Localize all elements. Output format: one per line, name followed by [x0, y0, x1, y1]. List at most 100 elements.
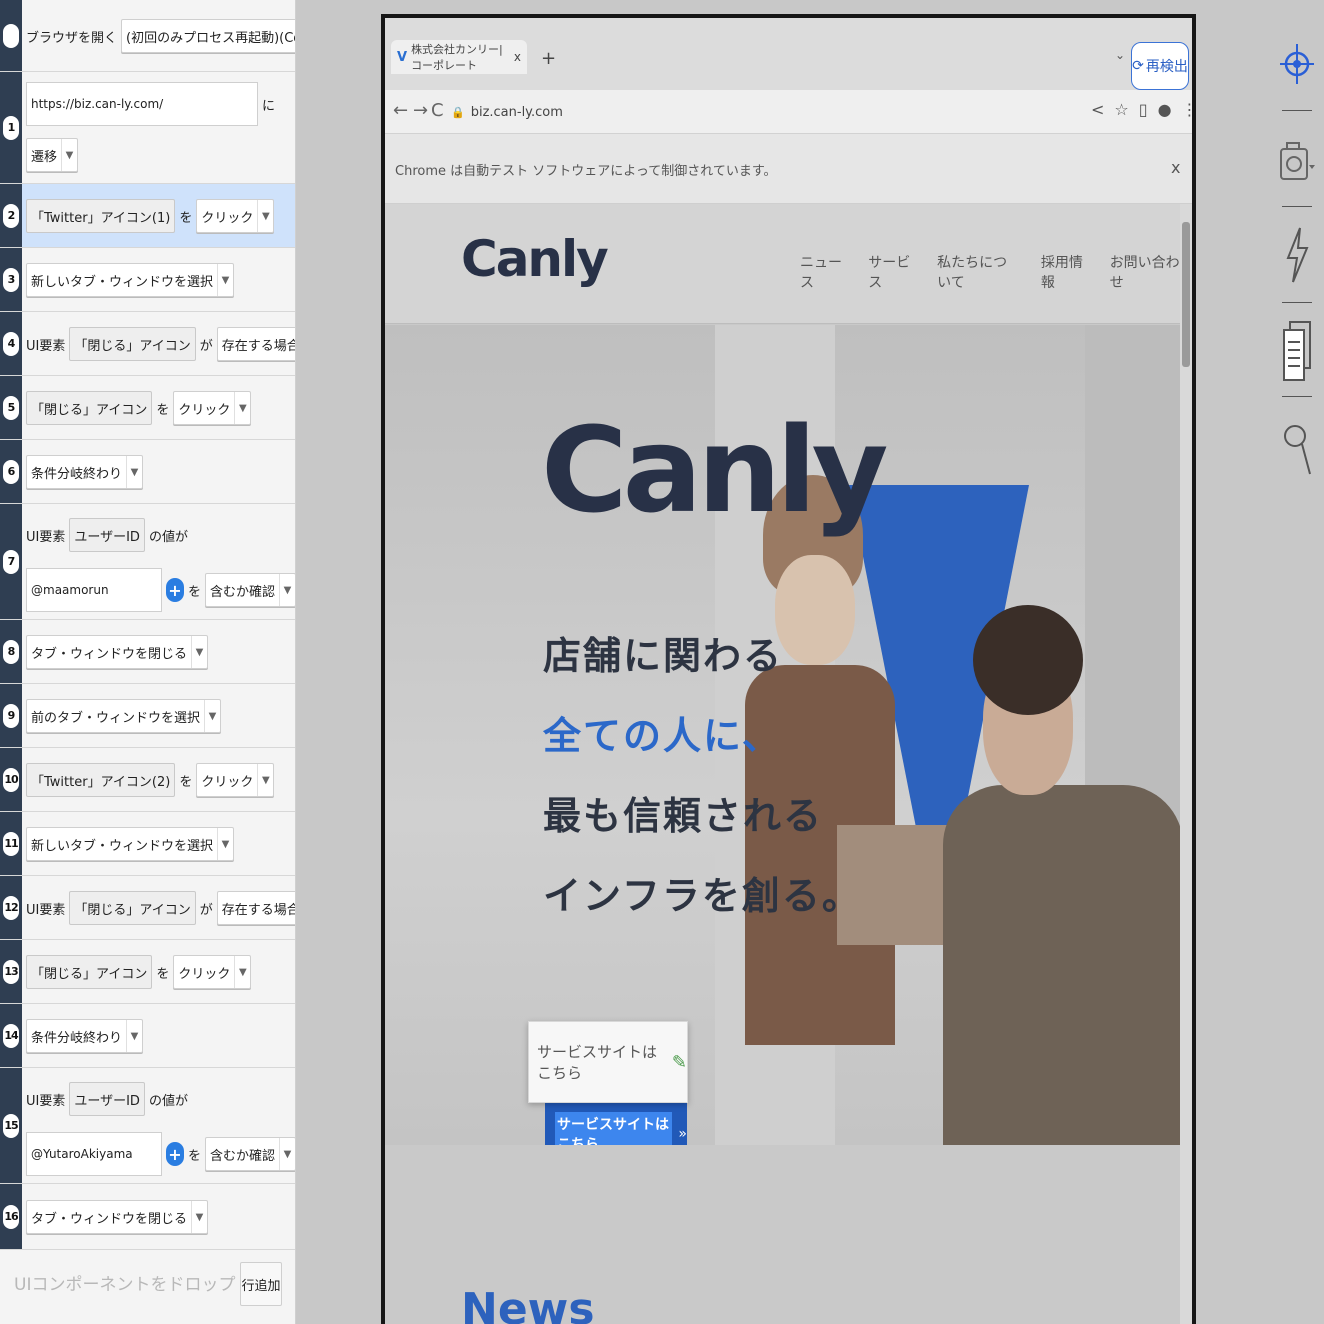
- magnifier-icon[interactable]: [1276, 412, 1318, 482]
- woman-face: [775, 555, 855, 665]
- chevron-down-icon: ▼: [279, 1138, 295, 1170]
- scenario-step[interactable]: 11 新しいタブ・ウィンドウを選択 ▼: [0, 812, 295, 876]
- step-dropdown[interactable]: 遷移 ▼: [26, 138, 79, 172]
- scenario-step[interactable]: 3 新しいタブ・ウィンドウを選択 ▼: [0, 248, 295, 312]
- scenario-step[interactable]: ブラウザを開く(初回のみプロセス再起動)(Cookieをクリア)▼: [0, 0, 295, 72]
- scenario-step[interactable]: 15 UI要素 ユーザーID の値が @YutaroAkiyama + を含むか確認 ▼: [0, 1068, 295, 1184]
- back-icon[interactable]: ←: [393, 100, 408, 121]
- ui-element-chip[interactable]: 「閉じる」アイコン: [26, 955, 153, 989]
- document-copy-icon[interactable]: [1276, 316, 1318, 386]
- scenario-step[interactable]: 6 条件分岐終わり ▼: [0, 440, 295, 504]
- infobar-text: Chrome は自動テスト ソフトウェアによって制御されています。: [395, 164, 777, 179]
- scenario-step[interactable]: 13 「閉じる」アイコンをクリック ▼: [0, 940, 295, 1004]
- step-dropdown[interactable]: 前のタブ・ウィンドウを選択 ▼: [26, 699, 222, 733]
- favicon-icon: V: [397, 49, 408, 65]
- step-number-badge: 16: [3, 1204, 19, 1229]
- step-dropdown[interactable]: タブ・ウィンドウを閉じる ▼: [26, 1200, 209, 1234]
- redetect-button[interactable]: ⟳ 再検出: [1131, 42, 1189, 90]
- bookmark-star-icon[interactable]: ☆: [1114, 100, 1128, 119]
- chevron-down-icon: ▼: [191, 1201, 207, 1233]
- ui-element-chip[interactable]: 「Twitter」アイコン(2): [26, 763, 176, 797]
- reload-icon[interactable]: C: [431, 100, 444, 121]
- step-dropdown[interactable]: 含むか確認 ▼: [205, 1137, 295, 1171]
- menu-kebab-icon[interactable]: ⋮: [1182, 100, 1198, 119]
- scenario-panel: ブラウザを開く(初回のみプロセス再起動)(Cookieをクリア)▼1https:…: [0, 0, 296, 1324]
- new-tab-button[interactable]: +: [541, 48, 556, 69]
- step-dropdown[interactable]: 条件分岐終わり ▼: [26, 455, 144, 489]
- chevron-down-icon: ▼: [204, 700, 220, 732]
- scenario-step[interactable]: 1 https://biz.can-ly.com/に遷移 ▼: [0, 72, 295, 184]
- tab-close-icon[interactable]: x: [514, 50, 521, 64]
- browser-tab[interactable]: V 株式会社カンリー|コーポレート x: [391, 40, 527, 74]
- crosshair-target-icon[interactable]: [1276, 30, 1318, 90]
- step-text: UI要素: [26, 1093, 66, 1109]
- add-variable-icon[interactable]: +: [166, 578, 184, 602]
- share-icon[interactable]: <: [1091, 100, 1104, 119]
- element-tooltip: サービスサイトはこちら ✎: [528, 1021, 688, 1103]
- site-nav-item[interactable]: 私たちについて: [937, 252, 1019, 292]
- chevron-down-icon: ▼: [234, 956, 250, 988]
- scenario-step[interactable]: 12 UI要素「閉じる」アイコンが存在する場合▼: [0, 876, 295, 940]
- man-hair: [973, 605, 1083, 715]
- infobar-close-icon[interactable]: x: [1171, 158, 1180, 177]
- step-text: ブラウザを開く: [26, 30, 118, 46]
- ui-element-chip[interactable]: 「Twitter」アイコン(1): [26, 199, 176, 233]
- step-dropdown[interactable]: (初回のみプロセス再起動)(Cookieをクリア)▼: [121, 19, 295, 53]
- sidebar-icon[interactable]: ▯: [1139, 100, 1148, 119]
- rail-divider: [1282, 206, 1312, 207]
- step-dropdown[interactable]: 新しいタブ・ウィンドウを選択 ▼: [26, 263, 235, 297]
- site-logo[interactable]: Canly: [461, 230, 609, 288]
- lock-icon: 🔒: [451, 105, 465, 119]
- site-nav-item[interactable]: サービス: [868, 252, 915, 292]
- profile-icon[interactable]: ●: [1158, 100, 1172, 119]
- step-dropdown[interactable]: クリック ▼: [173, 955, 252, 989]
- value-input[interactable]: @YutaroAkiyama: [26, 1132, 162, 1176]
- scenario-step[interactable]: 10 「Twitter」アイコン(2) をクリック ▼: [0, 748, 295, 812]
- service-site-button[interactable]: サービスサイトはこちら »: [545, 1103, 687, 1145]
- address-bar[interactable]: 🔒 biz.can-ly.com: [451, 97, 1091, 127]
- step-dropdown-label: クリック: [178, 402, 231, 418]
- ui-element-chip[interactable]: 「閉じる」アイコン: [26, 391, 153, 425]
- step-dropdown[interactable]: 新しいタブ・ウィンドウを選択 ▼: [26, 827, 235, 861]
- scenario-step[interactable]: 16 タブ・ウィンドウを閉じる ▼: [0, 1184, 295, 1250]
- step-dropdown[interactable]: クリック ▼: [173, 391, 252, 425]
- step-dropdown[interactable]: 条件分岐終わり ▼: [26, 1019, 144, 1053]
- ui-element-chip[interactable]: 「閉じる」アイコン: [69, 891, 196, 925]
- scenario-step[interactable]: 7 UI要素 ユーザーID の値が @maamorun + を含むか確認 ▼: [0, 504, 295, 620]
- step-gutter: 1: [0, 72, 22, 183]
- scenario-step[interactable]: 8 タブ・ウィンドウを閉じる ▼: [0, 620, 295, 684]
- scenario-step[interactable]: 5 「閉じる」アイコンをクリック ▼: [0, 376, 295, 440]
- step-text: を: [156, 402, 170, 418]
- value-input[interactable]: @maamorun: [26, 568, 162, 612]
- ui-element-chip[interactable]: ユーザーID: [69, 1082, 145, 1116]
- step-dropdown[interactable]: クリック ▼: [196, 763, 275, 797]
- url-input[interactable]: https://biz.can-ly.com/: [26, 82, 258, 126]
- site-nav-item[interactable]: お問い合わせ: [1110, 252, 1180, 292]
- step-number-badge: 11: [3, 831, 19, 856]
- step-dropdown[interactable]: クリック ▼: [196, 199, 275, 233]
- scrollbar-thumb[interactable]: [1182, 222, 1190, 367]
- pencil-icon[interactable]: ✎: [672, 1052, 687, 1073]
- step-dropdown[interactable]: 含むか確認 ▼: [205, 573, 295, 607]
- forward-icon[interactable]: →: [413, 100, 428, 121]
- ui-element-chip[interactable]: ユーザーID: [69, 518, 145, 552]
- site-nav-item[interactable]: ニュース: [800, 252, 846, 292]
- scenario-step[interactable]: 9 前のタブ・ウィンドウを選択 ▼: [0, 684, 295, 748]
- step-dropdown[interactable]: 存在する場合▼: [216, 891, 295, 925]
- lightning-icon[interactable]: [1276, 222, 1318, 286]
- step-text: を: [188, 584, 202, 600]
- add-variable-icon[interactable]: +: [166, 1142, 184, 1166]
- drop-zone[interactable]: UIコンポーネントをドロップ 行追加: [0, 1250, 295, 1316]
- step-dropdown-label: タブ・ウィンドウを閉じる: [31, 1211, 188, 1227]
- scenario-step[interactable]: 14 条件分岐終わり ▼: [0, 1004, 295, 1068]
- ui-element-chip[interactable]: 「閉じる」アイコン: [69, 327, 196, 361]
- add-row-button[interactable]: 行追加: [240, 1262, 282, 1306]
- page-scrollbar[interactable]: [1180, 204, 1192, 1324]
- step-dropdown[interactable]: 存在する場合▼: [216, 327, 295, 361]
- scenario-step[interactable]: 2 「Twitter」アイコン(1) をクリック ▼: [0, 184, 295, 248]
- tab-search-icon[interactable]: ⌄: [1115, 48, 1125, 62]
- camera-icon[interactable]: [1276, 128, 1318, 188]
- site-nav-item[interactable]: 採用情報: [1041, 252, 1088, 292]
- scenario-step[interactable]: 4 UI要素「閉じる」アイコンが存在する場合▼: [0, 312, 295, 376]
- step-dropdown[interactable]: タブ・ウィンドウを閉じる ▼: [26, 635, 209, 669]
